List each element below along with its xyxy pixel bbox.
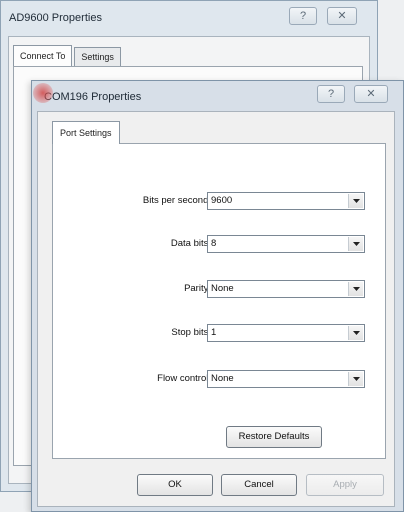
data-bits-row: Data bits: 8 <box>53 235 387 255</box>
bits-per-second-label: Bits per second: <box>142 195 211 206</box>
port-settings-panel: Bits per second: 9600 Data bits: 8 Parit… <box>52 143 386 459</box>
apply-button[interactable]: Apply <box>306 474 384 496</box>
bits-per-second-value: 9600 <box>211 195 233 206</box>
dropdown-button[interactable] <box>348 194 363 208</box>
com196-properties-window: COM196 Properties ? ✕ Port Settings Bits… <box>31 80 404 512</box>
back-tab-strip: Connect To Settings <box>13 45 123 66</box>
back-help-button[interactable]: ? <box>289 7 317 25</box>
data-bits-label: Data bits: <box>170 238 211 249</box>
chevron-down-icon <box>353 242 360 246</box>
dropdown-button[interactable] <box>348 372 363 386</box>
bits-per-second-select[interactable]: 9600 <box>207 192 365 210</box>
front-close-button[interactable]: ✕ <box>354 85 388 103</box>
dropdown-button[interactable] <box>348 326 363 340</box>
tab-connect-to[interactable]: Connect To <box>13 45 73 66</box>
ok-button[interactable]: OK <box>137 474 213 496</box>
parity-value: None <box>211 283 234 294</box>
chevron-down-icon <box>353 199 360 203</box>
bits-per-second-row: Bits per second: 9600 <box>53 192 387 212</box>
stop-bits-label: Stop bits: <box>171 327 211 338</box>
chevron-down-icon <box>353 331 360 335</box>
restore-defaults-button[interactable]: Restore Defaults <box>226 426 322 448</box>
cursor-highlight-dot <box>33 83 53 103</box>
help-icon: ? <box>327 88 335 100</box>
screen: AD9600 Properties ? ✕ Connect To Setting… <box>0 0 404 512</box>
tab-settings[interactable]: Settings <box>74 47 121 66</box>
flow-control-row: Flow control: None <box>53 370 387 390</box>
close-icon: ✕ <box>366 88 376 100</box>
close-icon: ✕ <box>337 10 347 22</box>
data-bits-value: 8 <box>211 238 217 249</box>
back-close-button[interactable]: ✕ <box>327 7 357 25</box>
data-bits-select[interactable]: 8 <box>207 235 365 253</box>
stop-bits-row: Stop bits: 1 <box>53 324 387 344</box>
dropdown-button[interactable] <box>348 282 363 296</box>
chevron-down-icon <box>353 377 360 381</box>
parity-select[interactable]: None <box>207 280 365 298</box>
flow-control-select[interactable]: None <box>207 370 365 388</box>
tab-port-settings[interactable]: Port Settings <box>52 121 120 144</box>
parity-row: Parity: None <box>53 280 387 300</box>
chevron-down-icon <box>353 287 360 291</box>
flow-control-value: None <box>211 373 234 384</box>
flow-control-label: Flow control: <box>157 373 211 384</box>
front-window-title: COM196 Properties <box>44 91 142 103</box>
stop-bits-value: 1 <box>211 327 217 338</box>
dropdown-button[interactable] <box>348 237 363 251</box>
help-icon: ? <box>299 10 307 22</box>
back-window-title: AD9600 Properties <box>9 12 102 24</box>
cancel-button[interactable]: Cancel <box>221 474 297 496</box>
stop-bits-select[interactable]: 1 <box>207 324 365 342</box>
front-help-button[interactable]: ? <box>317 85 345 103</box>
